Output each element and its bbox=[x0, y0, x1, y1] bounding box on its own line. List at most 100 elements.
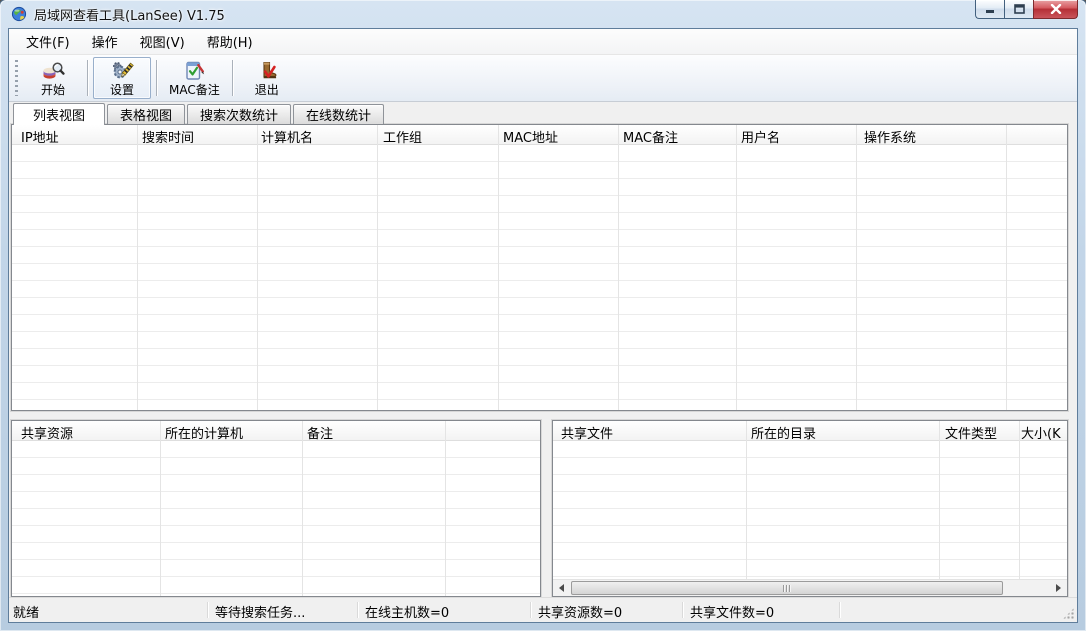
view-tabs: 列表视图 表格视图 搜索次数统计 在线数统计 bbox=[9, 102, 1077, 124]
column-header-shared-file[interactable]: 共享文件 bbox=[561, 423, 613, 442]
column-separator bbox=[445, 421, 446, 596]
globe-network-icon bbox=[11, 6, 27, 22]
column-separator bbox=[257, 125, 258, 410]
status-online-hosts: 在线主机数=0 bbox=[365, 602, 449, 621]
column-separator bbox=[498, 125, 499, 410]
status-ready: 就绪 bbox=[13, 602, 39, 621]
tab-search-count-stats[interactable]: 搜索次数统计 bbox=[187, 104, 291, 124]
horizontal-splitter[interactable] bbox=[9, 411, 1077, 420]
toolbar-separator bbox=[232, 60, 233, 96]
mac-note-button-label: MAC备注 bbox=[169, 84, 220, 97]
arrow-right-icon bbox=[1056, 584, 1061, 592]
settings-gears-icon bbox=[110, 59, 134, 83]
column-separator bbox=[939, 421, 940, 579]
close-icon bbox=[1050, 4, 1062, 14]
status-separator bbox=[207, 602, 208, 618]
settings-button-label: 设置 bbox=[110, 84, 134, 97]
mac-note-button[interactable]: MAC备注 bbox=[162, 57, 227, 99]
tab-list-view[interactable]: 列表视图 bbox=[13, 103, 105, 125]
column-header-search-time[interactable]: 搜索时间 bbox=[142, 127, 194, 146]
column-header-directory[interactable]: 所在的目录 bbox=[751, 423, 816, 442]
toolbar-gripper[interactable] bbox=[15, 60, 18, 96]
arrow-left-icon bbox=[559, 584, 564, 592]
column-header-mac-address[interactable]: MAC地址 bbox=[503, 127, 558, 146]
menu-help[interactable]: 帮助(H) bbox=[196, 29, 264, 54]
column-header-file-size[interactable]: 大小(K bbox=[1021, 423, 1061, 442]
window-controls bbox=[975, 0, 1078, 19]
statusbar: 就绪 等待搜索任务... 在线主机数=0 共享资源数=0 共享文件数=0 bbox=[9, 597, 1077, 622]
toolbar: 开始 设置 bbox=[9, 55, 1077, 102]
hosts-list-body bbox=[12, 145, 1067, 410]
hosts-list-header: IP地址 搜索时间 计算机名 工作组 MAC地址 MAC备注 用户名 操作系统 bbox=[12, 125, 1067, 145]
status-separator bbox=[357, 602, 358, 618]
column-header-ip[interactable]: IP地址 bbox=[21, 127, 59, 146]
exit-button-label: 退出 bbox=[255, 84, 279, 97]
close-button[interactable] bbox=[1033, 0, 1078, 19]
maximize-icon bbox=[1014, 4, 1025, 14]
toolbar-separator bbox=[156, 60, 157, 96]
resize-grip-icon[interactable] bbox=[1063, 608, 1074, 619]
column-separator bbox=[160, 421, 161, 596]
status-separator bbox=[530, 602, 531, 618]
column-separator bbox=[1006, 125, 1007, 410]
menu-operate-label: 操作 bbox=[92, 32, 118, 51]
menu-file-label: 文件(F) bbox=[26, 32, 70, 51]
app-window: 局域网查看工具(LanSee) V1.75 文件(F) 操作 视图(V) 帮助(… bbox=[0, 0, 1086, 631]
column-separator bbox=[856, 125, 857, 410]
column-header-shared-resource[interactable]: 共享资源 bbox=[21, 423, 73, 442]
tab-online-count-stats-label: 在线数统计 bbox=[306, 105, 371, 124]
minimize-icon bbox=[985, 5, 996, 14]
toolbar-separator bbox=[87, 60, 88, 96]
column-header-computer-name[interactable]: 计算机名 bbox=[261, 127, 313, 146]
shared-files-header: 共享文件 所在的目录 文件类型 大小(K bbox=[553, 421, 1067, 441]
exit-boot-icon bbox=[255, 59, 279, 83]
menu-operate[interactable]: 操作 bbox=[81, 29, 129, 54]
scrollbar-thumb[interactable] bbox=[571, 581, 1003, 595]
tab-list-view-label: 列表视图 bbox=[33, 105, 85, 124]
column-header-workgroup[interactable]: 工作组 bbox=[383, 127, 422, 146]
maximize-button[interactable] bbox=[1004, 0, 1033, 19]
start-button[interactable]: 开始 bbox=[24, 57, 82, 99]
tab-table-view[interactable]: 表格视图 bbox=[107, 104, 185, 124]
start-button-label: 开始 bbox=[41, 84, 65, 97]
minimize-button[interactable] bbox=[975, 0, 1004, 19]
start-search-icon bbox=[41, 59, 65, 83]
client-area: 文件(F) 操作 视图(V) 帮助(H) 开始 bbox=[8, 28, 1078, 623]
bottom-panels: 共享资源 所在的计算机 备注 共享文件 所在的目录 文件类型 大小(K bbox=[9, 420, 1077, 597]
window-title: 局域网查看工具(LanSee) V1.75 bbox=[34, 5, 225, 24]
column-separator bbox=[736, 125, 737, 410]
scroll-right-button[interactable] bbox=[1050, 580, 1067, 596]
menu-file[interactable]: 文件(F) bbox=[15, 29, 81, 54]
exit-button[interactable]: 退出 bbox=[238, 57, 296, 99]
column-header-mac-note[interactable]: MAC备注 bbox=[623, 127, 678, 146]
menu-view[interactable]: 视图(V) bbox=[129, 29, 196, 54]
status-waiting-task: 等待搜索任务... bbox=[215, 602, 305, 621]
titlebar[interactable]: 局域网查看工具(LanSee) V1.75 bbox=[0, 0, 1086, 28]
column-header-remark[interactable]: 备注 bbox=[307, 423, 333, 442]
menu-help-label: 帮助(H) bbox=[207, 32, 253, 51]
column-separator bbox=[377, 125, 378, 410]
column-separator bbox=[618, 125, 619, 410]
column-header-username[interactable]: 用户名 bbox=[741, 127, 780, 146]
status-separator bbox=[839, 602, 840, 618]
column-separator bbox=[1019, 421, 1020, 579]
shared-resources-panel: 共享资源 所在的计算机 备注 bbox=[11, 420, 541, 597]
tab-search-count-stats-label: 搜索次数统计 bbox=[200, 105, 278, 124]
shared-resources-body bbox=[12, 441, 540, 596]
column-header-file-type[interactable]: 文件类型 bbox=[945, 423, 997, 442]
horizontal-scrollbar[interactable] bbox=[553, 579, 1067, 596]
shared-files-body bbox=[553, 441, 1067, 579]
column-header-host-computer[interactable]: 所在的计算机 bbox=[165, 423, 243, 442]
menubar: 文件(F) 操作 视图(V) 帮助(H) bbox=[9, 29, 1077, 55]
mac-note-icon bbox=[182, 59, 206, 83]
status-shared-resources-count: 共享资源数=0 bbox=[538, 602, 622, 621]
tab-online-count-stats[interactable]: 在线数统计 bbox=[293, 104, 384, 124]
column-header-os[interactable]: 操作系统 bbox=[864, 127, 916, 146]
column-separator bbox=[137, 125, 138, 410]
settings-button[interactable]: 设置 bbox=[93, 57, 151, 99]
menu-view-label: 视图(V) bbox=[140, 32, 185, 51]
tab-table-view-label: 表格视图 bbox=[120, 105, 172, 124]
status-separator bbox=[682, 602, 683, 618]
scroll-left-button[interactable] bbox=[553, 580, 570, 596]
column-separator bbox=[302, 421, 303, 596]
